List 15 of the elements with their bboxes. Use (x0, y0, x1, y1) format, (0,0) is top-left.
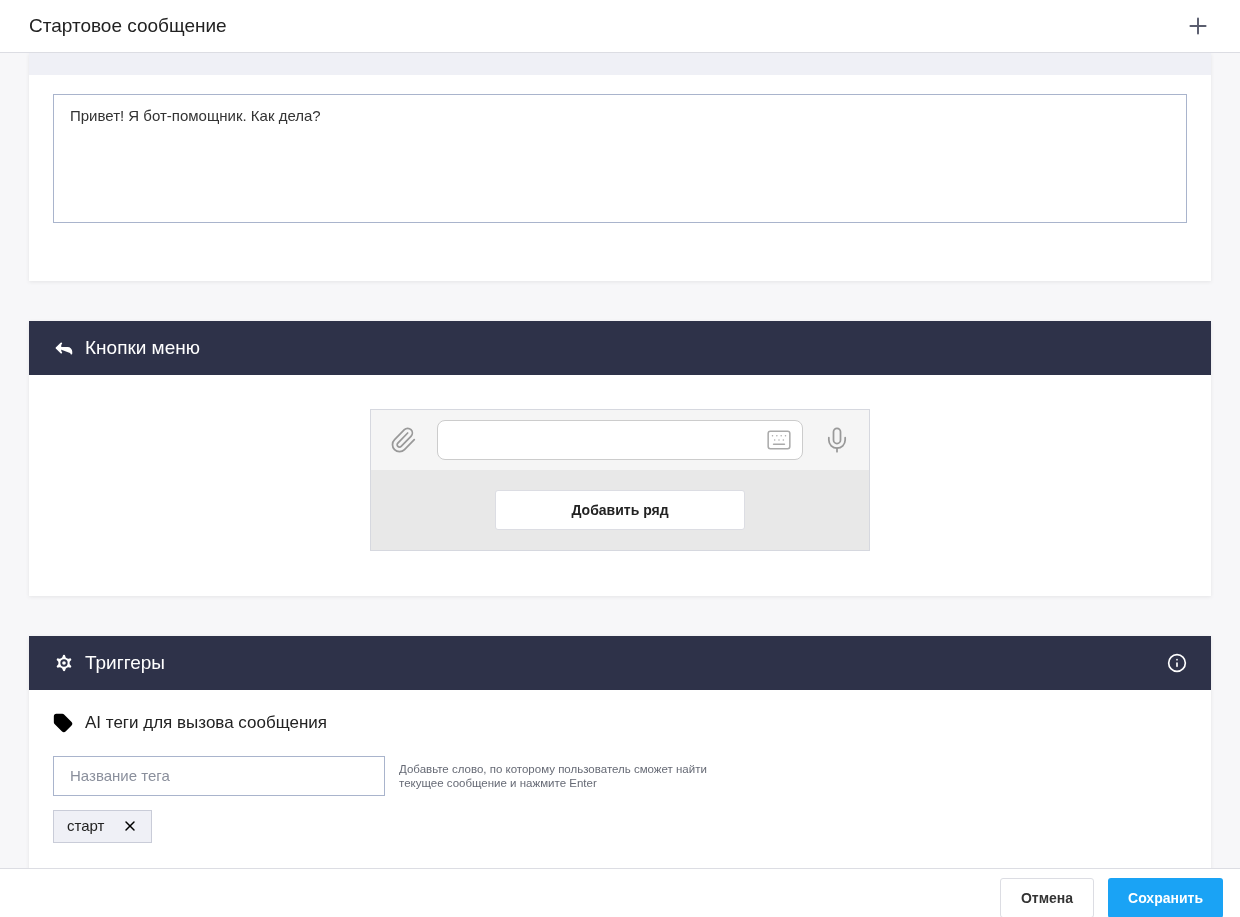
add-row-button[interactable]: Добавить ряд (495, 490, 745, 530)
section-title: Кнопки меню (85, 335, 200, 360)
gear-icon (53, 652, 75, 674)
paperclip-icon[interactable] (389, 426, 417, 454)
tag-icon (53, 712, 73, 733)
subsection-title: AI теги для вызова сообщения (85, 712, 328, 734)
chat-input-field[interactable] (437, 420, 803, 460)
hint-text: Добавьте слово, по которому пользователь сможет найти текущее сообщение и нажмите Enter (399, 761, 708, 790)
tag-name-field[interactable]: Название тега (53, 755, 385, 796)
cancel-button[interactable]: Отмена (999, 878, 1095, 917)
window-title: Стартовое сообщение (29, 13, 227, 38)
tag-label: старт (67, 815, 105, 836)
section-title: Триггеры (85, 650, 165, 675)
message-field[interactable]: Привет! Я бот-помощник. Как дела? (53, 94, 1187, 223)
info-icon[interactable] (1167, 653, 1187, 673)
